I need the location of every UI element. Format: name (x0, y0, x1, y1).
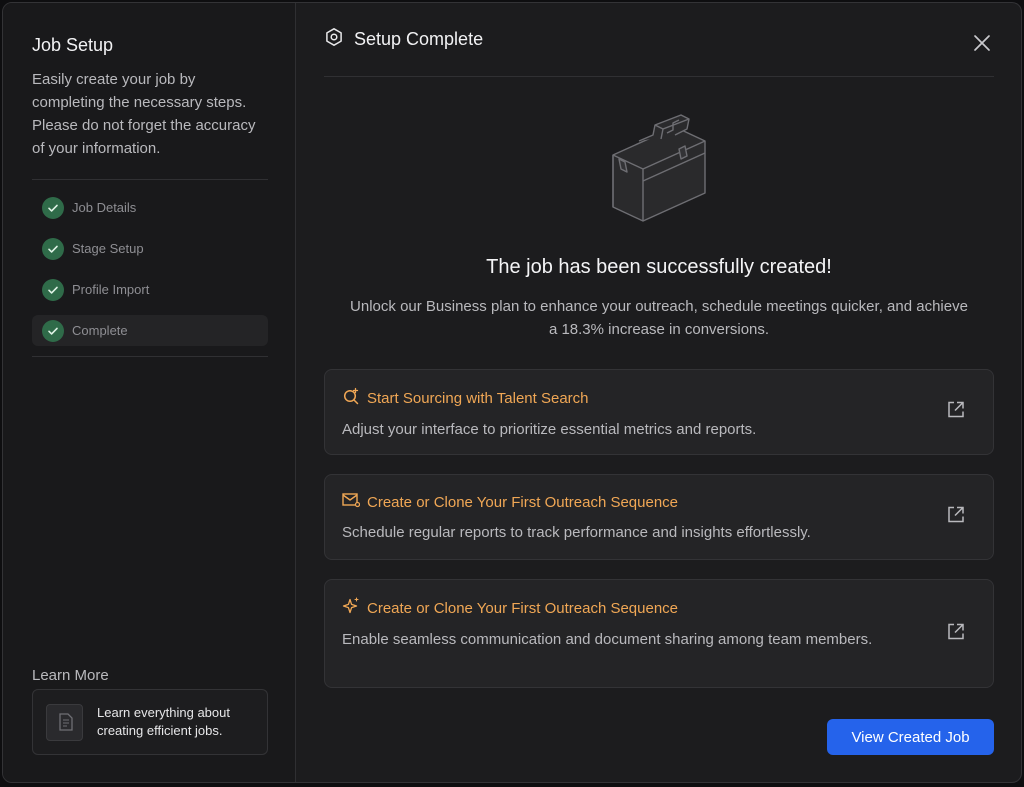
panel-header: Setup Complete (324, 3, 994, 77)
card-title: Create or Clone Your First Outreach Sequ… (367, 494, 679, 511)
close-icon (974, 35, 990, 51)
divider (32, 356, 268, 357)
learn-more-section: Learn More Learn everything about creati… (32, 667, 268, 755)
learn-more-text: Learn everything about creating efficien… (97, 705, 230, 738)
document-icon (46, 703, 83, 741)
hexagon-gear-icon (324, 27, 344, 52)
external-link-icon[interactable] (946, 621, 966, 646)
learn-more-title: Learn More (32, 667, 109, 684)
next-steps-list: Start Sourcing with Talent Search Adjust… (324, 369, 994, 688)
search-sparkle-icon (342, 387, 360, 410)
step-stage-setup[interactable]: Stage Setup (32, 233, 268, 264)
close-button[interactable] (971, 32, 993, 54)
mail-icon (342, 492, 361, 513)
external-link-icon[interactable] (946, 505, 966, 530)
success-hero: The job has been successfully created! U… (324, 113, 994, 341)
card-title: Start Sourcing with Talent Search (367, 390, 589, 407)
briefcase-icon (612, 114, 706, 222)
sidebar-description: Easily create your job by completing the… (32, 71, 256, 157)
card-talent-search[interactable]: Start Sourcing with Talent Search Adjust… (324, 369, 994, 455)
success-title: The job has been successfully created! (486, 256, 832, 278)
sparkle-icon (342, 597, 360, 620)
step-profile-import[interactable]: Profile Import (32, 274, 268, 305)
external-link-icon[interactable] (946, 400, 966, 425)
main-panel: Setup Complete The job has been successf… (296, 3, 1021, 782)
card-outreach-sequence-2[interactable]: Create or Clone Your First Outreach Sequ… (324, 579, 994, 688)
card-description: Adjust your interface to prioritize esse… (342, 421, 757, 438)
check-icon (42, 278, 64, 301)
step-label: Profile Import (72, 282, 150, 297)
view-created-job-button[interactable]: View Created Job (827, 719, 994, 755)
sidebar: Job Setup Easily create your job by comp… (3, 3, 296, 782)
card-description: Schedule regular reports to track perfor… (342, 524, 811, 541)
success-description: Unlock our Business plan to enhance your… (350, 298, 968, 338)
divider (32, 179, 268, 180)
card-outreach-sequence[interactable]: Create or Clone Your First Outreach Sequ… (324, 474, 994, 560)
step-label: Job Details (72, 200, 137, 215)
card-title: Create or Clone Your First Outreach Sequ… (367, 600, 679, 617)
check-icon (42, 237, 64, 260)
step-job-details[interactable]: Job Details (32, 192, 268, 223)
check-icon (42, 196, 64, 219)
check-icon (42, 319, 64, 342)
panel-title: Setup Complete (354, 29, 484, 49)
step-label: Complete (72, 323, 128, 338)
learn-more-card[interactable]: Learn everything about creating efficien… (32, 689, 268, 755)
step-complete[interactable]: Complete (32, 315, 268, 346)
step-label: Stage Setup (72, 241, 144, 256)
step-list: Job Details Stage Setup Profile Import C… (32, 192, 268, 346)
card-description: Enable seamless communication and docume… (342, 631, 873, 648)
job-setup-modal: Job Setup Easily create your job by comp… (2, 2, 1022, 783)
sidebar-title: Job Setup (32, 35, 114, 55)
